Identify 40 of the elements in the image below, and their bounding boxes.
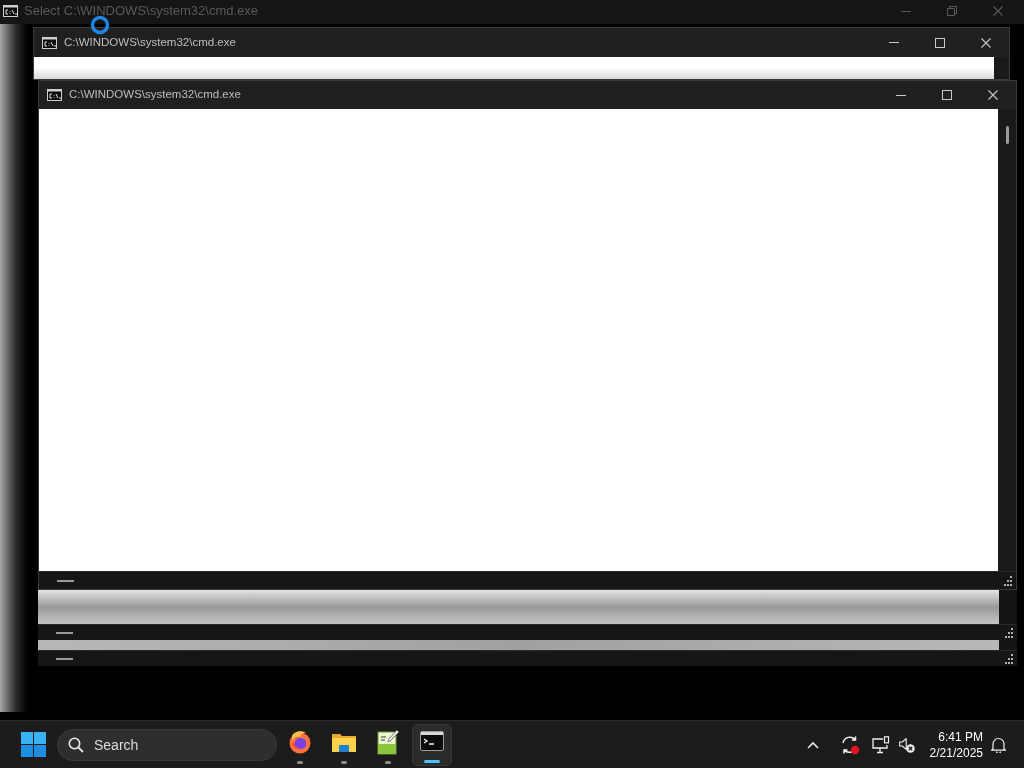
- terminal-icon: [42, 36, 57, 49]
- dash-icon: [56, 631, 73, 634]
- window-title: C:\WINDOWS\system32\cmd.exe: [69, 87, 241, 103]
- window-title: C:\WINDOWS\system32\cmd.exe: [64, 34, 236, 50]
- four-tiles-icon: [20, 732, 46, 757]
- minimize-icon: [889, 42, 899, 43]
- sync-alert-icon[interactable]: [839, 734, 860, 755]
- resize-grip-icon: [1002, 575, 1013, 586]
- terminal-icon: [47, 89, 62, 101]
- fox-globe-icon: [288, 729, 312, 754]
- restore-icon: [947, 6, 957, 16]
- close-icon: [981, 37, 991, 48]
- close-icon: [993, 6, 1003, 16]
- maximize-icon: [942, 90, 952, 100]
- dash-icon: [57, 579, 74, 582]
- close-icon: [988, 90, 998, 100]
- speaker-muted-icon[interactable]: [898, 736, 915, 753]
- monitor-plug-icon[interactable]: [871, 735, 890, 754]
- terminal-icon: [420, 730, 444, 751]
- dash-icon: [56, 657, 73, 660]
- terminal-icon: [3, 5, 18, 17]
- running-indicator-icon: [385, 760, 391, 764]
- running-indicator-icon: [424, 759, 440, 763]
- running-indicator-icon: [341, 760, 347, 764]
- minimize-icon: [896, 94, 906, 96]
- search-field[interactable]: Search: [57, 728, 277, 761]
- scrollbar-thumb[interactable]: [1005, 126, 1009, 144]
- resize-grip-icon: [1003, 627, 1014, 638]
- minimize-icon: [901, 10, 911, 12]
- clock-date[interactable]: 2/21/2025: [929, 744, 983, 761]
- running-indicator-icon: [297, 760, 303, 764]
- chevron-up-icon[interactable]: [806, 740, 819, 749]
- taskbar-app-button[interactable]: [412, 723, 452, 766]
- maximize-icon: [935, 37, 945, 48]
- clock-time[interactable]: 6:41 PM: [938, 728, 983, 745]
- bell-icon[interactable]: [991, 736, 1006, 753]
- notepad-pencil-icon: [376, 728, 400, 755]
- resize-grip-icon: [1003, 653, 1014, 664]
- window-title: Select C:\WINDOWS\system32\cmd.exe: [24, 2, 259, 21]
- search-icon: [68, 736, 84, 753]
